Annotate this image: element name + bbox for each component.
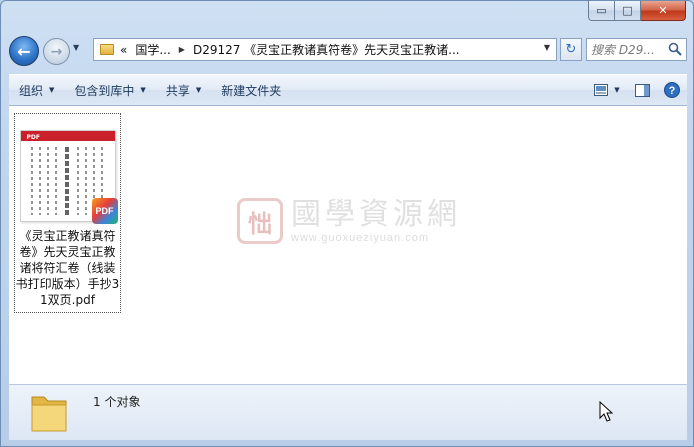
thumbnail-title: PDF: [26, 134, 40, 141]
file-list-pane[interactable]: PDF PDF 《灵宝正教诸真符卷》先天灵宝正教诸将符汇卷（线装书打印版本）手抄…: [9, 106, 687, 384]
close-button[interactable]: ✕: [641, 1, 686, 21]
pdf-thumbnail: PDF PDF: [19, 130, 118, 224]
new-folder-label: 新建文件夹: [221, 83, 282, 98]
back-arrow-icon: ←: [17, 41, 31, 61]
help-icon: ?: [664, 82, 680, 98]
mouse-cursor-icon: [599, 401, 613, 422]
preview-pane-icon: [634, 83, 650, 97]
forward-arrow-icon: →: [50, 43, 63, 60]
search-box[interactable]: [586, 38, 687, 61]
preview-pane-button[interactable]: [627, 78, 657, 102]
address-dropdown-icon[interactable]: ▼: [544, 43, 550, 52]
search-icon[interactable]: [668, 42, 682, 56]
folder-icon: [31, 396, 67, 432]
search-input[interactable]: [591, 42, 669, 57]
watermark: 㤕 國學資源網 www.guoxueziyuan.com: [237, 198, 461, 244]
watermark-chinese: 國學資源網: [291, 197, 461, 232]
chevron-down-icon: ▼: [140, 86, 146, 94]
organize-label: 组织: [19, 83, 44, 98]
watermark-seal-icon: 㤕: [237, 198, 283, 244]
status-bar: 1 个对象: [9, 384, 687, 440]
watermark-url: www.guoxueziyuan.com: [291, 232, 430, 244]
view-options-button[interactable]: ▼: [587, 78, 627, 102]
item-count: 1 个对象: [93, 395, 141, 409]
watermark-text: 國學資源網 www.guoxueziyuan.com: [291, 197, 461, 245]
pdf-file-icon: PDF: [91, 198, 118, 224]
maximize-button[interactable]: □: [615, 1, 641, 21]
caption-buttons: ▭ □ ✕: [588, 1, 686, 21]
forward-button[interactable]: →: [43, 38, 70, 65]
new-folder-button[interactable]: 新建文件夹: [211, 78, 291, 102]
include-in-library-label: 包含到库中: [74, 83, 135, 98]
breadcrumb-overflow[interactable]: «: [120, 43, 127, 57]
chevron-down-icon: ▼: [195, 86, 202, 94]
breadcrumb-separator-icon[interactable]: ▶: [179, 45, 185, 54]
command-toolbar: 组织 ▼ 包含到库中 ▼ 共享 ▼ 新建文件夹 ▼ ?: [9, 74, 687, 106]
breadcrumb: « 国学... ▶ D29127 《灵宝正教诸真符卷》先天灵宝正教诸...: [120, 41, 460, 58]
file-item-pdf[interactable]: PDF PDF 《灵宝正教诸真符卷》先天灵宝正教诸将符汇卷（线装书打印版本）手抄…: [14, 113, 121, 313]
back-button[interactable]: ←: [9, 36, 39, 66]
include-in-library-menu[interactable]: 包含到库中 ▼: [64, 78, 155, 102]
folder-icon: [100, 44, 114, 55]
breadcrumb-item-guoxue[interactable]: 国学...: [135, 41, 170, 58]
recent-pages-dropdown[interactable]: ▼: [73, 43, 79, 52]
refresh-button[interactable]: ↻: [560, 38, 582, 61]
navigation-bar: ← → ▼ « 国学... ▶ D29127 《灵宝正教诸真符卷》先天灵宝正教诸…: [9, 34, 687, 66]
breadcrumb-item-current[interactable]: D29127 《灵宝正教诸真符卷》先天灵宝正教诸...: [193, 41, 460, 58]
refresh-icon: ↻: [565, 42, 577, 57]
view-icon: [594, 84, 609, 96]
svg-text:?: ?: [669, 85, 676, 97]
explorer-window: ▭ □ ✕ ← → ▼ « 国学... ▶ D29127 《灵宝正教诸真符卷》先…: [0, 0, 694, 447]
help-button[interactable]: ?: [657, 78, 687, 102]
file-name-label[interactable]: 《灵宝正教诸真符卷》先天灵宝正教诸将符汇卷（线装书打印版本）手抄31双页.pdf: [15, 228, 120, 308]
minimize-button[interactable]: ▭: [588, 1, 615, 21]
organize-menu[interactable]: 组织 ▼: [9, 78, 64, 102]
chevron-down-icon: ▼: [614, 86, 620, 94]
share-menu[interactable]: 共享 ▼: [156, 78, 211, 102]
share-label: 共享: [165, 83, 190, 98]
address-bar[interactable]: « 国学... ▶ D29127 《灵宝正教诸真符卷》先天灵宝正教诸... ▼: [93, 38, 557, 61]
toolbar-right: ▼ ?: [587, 75, 687, 105]
chevron-down-icon: ▼: [49, 86, 55, 94]
